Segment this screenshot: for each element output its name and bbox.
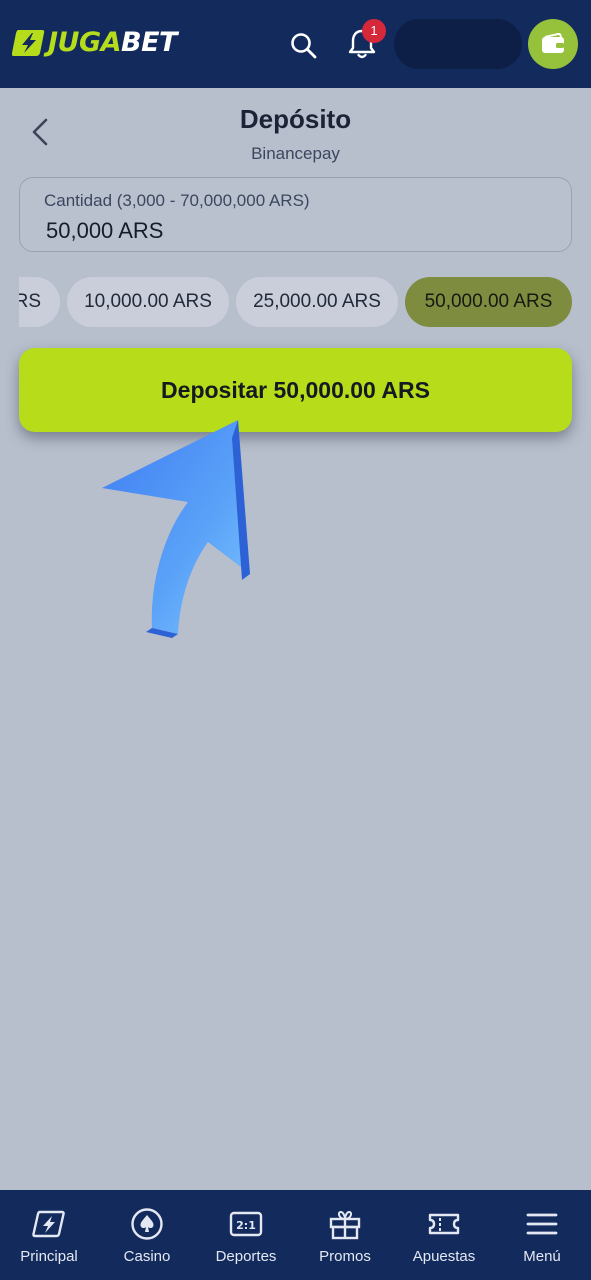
logo-text-bet: BET (121, 27, 177, 58)
nav-item-deportes[interactable]: 2:1 Deportes (197, 1190, 295, 1280)
preset-chip-label: 10,000.00 ARS (84, 291, 212, 312)
wallet-icon (542, 33, 564, 53)
amount-input[interactable]: 50,000 ARS (46, 218, 163, 244)
nav-label: Principal (20, 1248, 78, 1265)
nav-item-promos[interactable]: Promos (296, 1190, 394, 1280)
search-icon[interactable] (288, 30, 320, 62)
preset-chip[interactable]: 5,000.00 ARS (19, 277, 60, 327)
lightning-icon (32, 1210, 65, 1238)
pointer-arrow-icon (102, 420, 250, 638)
nav-label: Menú (523, 1248, 561, 1265)
nav-label: Apuestas (412, 1248, 476, 1265)
notification-badge: 1 (362, 19, 386, 43)
hamburger-icon (526, 1213, 558, 1235)
nav-item-menu[interactable]: Menú (493, 1190, 591, 1280)
nav-label: Deportes (215, 1248, 277, 1265)
nav-item-casino[interactable]: Casino (98, 1190, 196, 1280)
preset-chip-label: 25,000.00 ARS (253, 291, 381, 312)
nav-item-principal[interactable]: Principal (0, 1190, 98, 1280)
logo-text-juga: JUGA (48, 27, 122, 58)
lightning-logo-icon (12, 30, 45, 56)
amount-label: Cantidad (3,000 - 70,000,000 ARS) (44, 191, 310, 210)
preset-chip[interactable]: 25,000.00 ARS (236, 277, 398, 327)
svg-text:2:1: 2:1 (236, 1219, 256, 1232)
scoreboard-icon: 2:1 (229, 1211, 263, 1237)
amount-field[interactable]: Cantidad (3,000 - 70,000,000 ARS) 50,000… (19, 177, 572, 252)
payment-method-subtitle: Binancepay (251, 144, 340, 163)
amount-presets: 5,000.00 ARS 10,000.00 ARS 25,000.00 ARS… (19, 277, 572, 327)
nav-item-apuestas[interactable]: Apuestas (395, 1190, 493, 1280)
page-title: Depósito (239, 104, 352, 134)
nav-label: Promos (319, 1248, 371, 1265)
preset-chip-selected[interactable]: 50,000.00 ARS (405, 277, 572, 327)
bottom-nav: Principal Casino 2:1 Deportes Promos Apu… (0, 1190, 591, 1280)
nav-label: Casino (123, 1248, 171, 1265)
preset-chip[interactable]: 10,000.00 ARS (67, 277, 229, 327)
preset-chip-label: 5,000.00 ARS (19, 291, 41, 312)
balance-pill[interactable] (394, 19, 522, 69)
gift-icon (329, 1210, 361, 1240)
spade-chip-icon (131, 1208, 163, 1240)
wallet-button[interactable] (528, 19, 578, 69)
jugabet-logo[interactable]: JUGA BET (12, 26, 177, 60)
preset-chip-label: 50,000.00 ARS (424, 291, 553, 312)
ticket-icon (428, 1213, 460, 1235)
top-bar: JUGA BET 1 (0, 0, 591, 88)
